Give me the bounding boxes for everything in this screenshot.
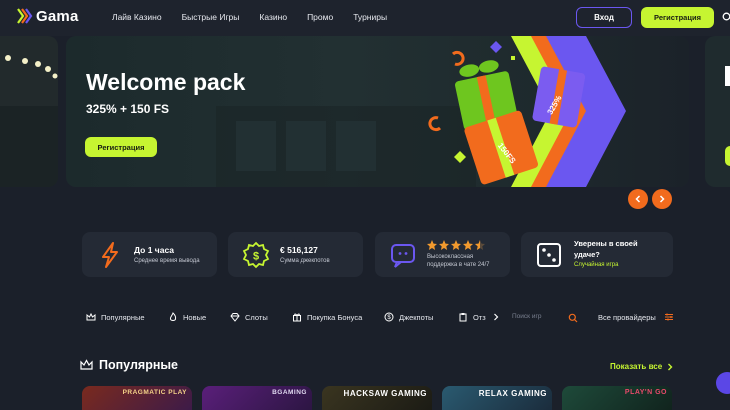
show-all-label: Показать все (610, 362, 663, 371)
filter-reviews[interactable]: Отз (458, 312, 501, 322)
search-icon[interactable] (568, 313, 578, 323)
search-input[interactable]: Поиск игр (504, 310, 582, 326)
random-game-link[interactable]: Случайная игра (574, 262, 618, 268)
lights-decoration (0, 55, 58, 187)
popular-section-title: Популярные (80, 358, 178, 372)
feature-subtitle: Среднее время вывода (134, 258, 200, 264)
feature-title-line2: удаче? (574, 250, 600, 259)
filter-label: Отз (473, 312, 486, 322)
game-tile[interactable]: HACKSAW GAMING (322, 386, 432, 410)
gift-icon (293, 313, 301, 322)
filter-label: Слоты (245, 312, 268, 322)
dice-icon (537, 243, 561, 267)
page: Gama Лайв Казино Быстрые Игры Казино Про… (0, 0, 730, 410)
feature-support: Высококлассная поддержка в чате 24/7 (375, 232, 510, 277)
nav-promo[interactable]: Промо (307, 12, 333, 22)
carousel-next-button[interactable] (652, 189, 672, 209)
filter-popular[interactable]: Популярные (86, 312, 145, 322)
hero-banner[interactable]: 325% 150FS Welcome pack 325% + 150 FS Ре… (66, 36, 689, 187)
feature-withdrawal-time: До 1 часа Среднее время вывода (82, 232, 217, 277)
game-tile[interactable]: PRAGMATIC PLAY (82, 386, 192, 410)
nav-quick-games[interactable]: Быстрые Игры (182, 12, 240, 22)
filter-jackpots[interactable]: $ Джекпоты (384, 312, 433, 322)
coin-icon: $ (384, 312, 394, 322)
logo-icon (17, 8, 33, 24)
support-chat-button[interactable] (716, 372, 730, 394)
next-slide-preview[interactable] (705, 36, 730, 187)
provider-label: PRAGMATIC PLAY (122, 389, 187, 396)
show-all-link[interactable]: Показать все (610, 362, 674, 371)
next-slide-button-fragment (725, 146, 730, 166)
svg-text:$: $ (253, 251, 259, 263)
providers-label: Все провайдеры (598, 312, 656, 322)
feature-subtitle: Сумма джекпотов (280, 258, 330, 264)
game-tile[interactable]: PLAY'N GO (562, 386, 672, 410)
game-tile[interactable]: BGAMING (202, 386, 312, 410)
feature-random-game: Уверены в своей удаче? Случайная игра (521, 232, 673, 277)
chevron-left-icon (635, 195, 641, 203)
main-nav: Лайв Казино Быстрые Игры Казино Промо Ту… (112, 12, 387, 22)
carousel-prev-button[interactable] (628, 189, 648, 209)
lightning-icon (102, 242, 118, 268)
chevron-right-icon (668, 363, 673, 370)
logo-text: Gama (36, 7, 79, 25)
filter-bonus-buy[interactable]: Покупка Бонуса (292, 312, 362, 322)
hero-register-button[interactable]: Регистрация (85, 137, 157, 157)
filter-label: Покупка Бонуса (307, 312, 363, 322)
logo[interactable]: Gama (16, 7, 79, 25)
register-button[interactable]: Регистрация (641, 7, 714, 28)
feature-title: До 1 часа (134, 245, 175, 255)
provider-label: RELAX GAMING (478, 389, 547, 398)
filter-label: Новые (183, 312, 207, 322)
search-placeholder: Поиск игр (512, 313, 542, 320)
chevron-right-icon[interactable] (491, 312, 501, 322)
filter-label: Популярные (101, 312, 145, 322)
provider-label: PLAY'N GO (624, 389, 667, 396)
nav-live-casino[interactable]: Лайв Казино (112, 12, 162, 22)
dollar-badge-icon: $ (242, 241, 270, 269)
feature-jackpots: $ € 516,127 Сумма джекпотов (228, 232, 363, 277)
game-filters: Популярные Новые Слоты Покупка Бонуса $ … (80, 306, 674, 330)
clipboard-icon (459, 313, 467, 322)
game-tile[interactable]: RELAX GAMING (442, 386, 552, 410)
top-header: Gama Лайв Казино Быстрые Игры Казино Про… (0, 0, 730, 36)
hero-title: Welcome pack (86, 69, 246, 95)
nav-tournaments[interactable]: Турниры (353, 12, 387, 22)
provider-label: HACKSAW GAMING (343, 389, 427, 398)
nav-casino[interactable]: Казино (259, 12, 287, 22)
feature-subtitle-line1: Высококлассная (427, 254, 474, 260)
filter-label: Джекпоты (399, 312, 434, 322)
filter-new[interactable]: Новые (168, 312, 206, 322)
crown-icon (80, 359, 93, 370)
search-icon[interactable] (722, 12, 730, 22)
providers-select[interactable]: Все провайдеры (598, 312, 674, 322)
feature-title: € 516,127 (280, 245, 318, 255)
chevron-right-icon (659, 195, 665, 203)
crown-icon (86, 312, 96, 321)
chat-icon (391, 244, 415, 268)
popular-title-text: Популярные (99, 358, 179, 372)
hero-subtitle: 325% + 150 FS (86, 102, 170, 116)
provider-label: BGAMING (272, 389, 307, 396)
filter-sliders-icon (664, 313, 673, 321)
previous-slide-preview[interactable] (0, 36, 58, 187)
diamond-icon (230, 313, 240, 322)
next-slide-text-fragment (725, 66, 730, 86)
flame-icon (169, 312, 177, 321)
filter-slots[interactable]: Слоты (230, 312, 268, 322)
login-button[interactable]: Вход (576, 7, 632, 28)
rating-stars (427, 240, 485, 250)
feature-title-line1: Уверены в своей (574, 239, 638, 248)
feature-subtitle-line2: поддержка в чате 24/7 (427, 262, 490, 268)
